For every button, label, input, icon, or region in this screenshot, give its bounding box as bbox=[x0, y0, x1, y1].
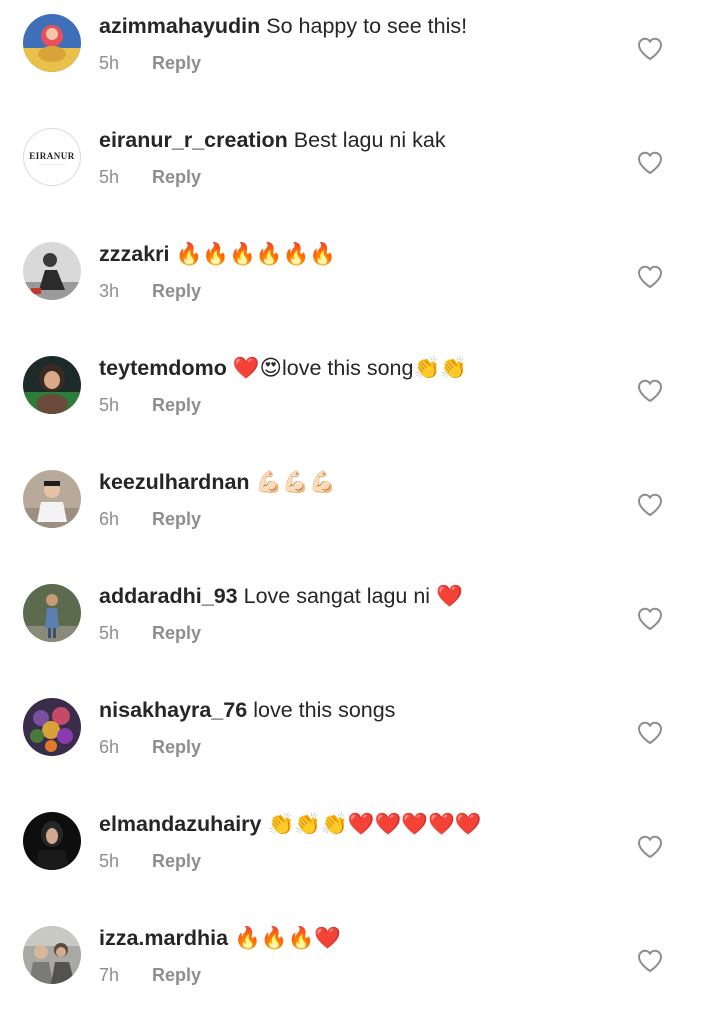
comment-line: addaradhi_93 Love sangat lagu ni ❤️ bbox=[99, 582, 463, 610]
comment-meta: 5h Reply bbox=[99, 51, 201, 75]
comment-item: zzzakri 🔥🔥🔥🔥🔥🔥 3h Reply bbox=[0, 230, 702, 344]
comment-time: 3h bbox=[99, 281, 120, 301]
comment-time: 6h bbox=[99, 737, 120, 757]
avatar-image bbox=[23, 926, 81, 984]
comment-username[interactable]: teytemdomo bbox=[99, 356, 227, 380]
heart-icon[interactable] bbox=[637, 721, 663, 745]
reply-button[interactable]: Reply bbox=[152, 509, 201, 529]
avatar[interactable] bbox=[23, 470, 81, 528]
avatar-image bbox=[23, 356, 81, 414]
comment-line: keezulhardnan 💪🏻💪🏻💪🏻 bbox=[99, 468, 336, 496]
comment-text: love this songs bbox=[253, 698, 396, 722]
avatar[interactable] bbox=[23, 698, 81, 756]
comment-username[interactable]: eiranur_r_creation bbox=[99, 128, 288, 152]
comment-item: keezulhardnan 💪🏻💪🏻💪🏻 6h Reply bbox=[0, 458, 702, 572]
comment-username[interactable]: keezulhardnan bbox=[99, 470, 250, 494]
reply-button[interactable]: Reply bbox=[152, 53, 201, 73]
comment-list: azimmahayudin So happy to see this! 5h Re… bbox=[0, 0, 702, 1024]
avatar-logo-subtext: — — — — — — — bbox=[38, 162, 65, 166]
heart-icon[interactable] bbox=[637, 265, 663, 289]
comment-line: eiranur_r_creation Best lagu ni kak bbox=[99, 126, 446, 154]
comment-username[interactable]: nisakhayra_76 bbox=[99, 698, 247, 722]
heart-icon[interactable] bbox=[637, 151, 663, 175]
comment-time: 5h bbox=[99, 623, 120, 643]
heart-icon[interactable] bbox=[637, 379, 663, 403]
comment-line: teytemdomo ❤️😍love this song👏👏 bbox=[99, 354, 467, 382]
reply-button[interactable]: Reply bbox=[152, 395, 201, 415]
comment-line: azimmahayudin So happy to see this! bbox=[99, 12, 467, 40]
comment-username[interactable]: izza.mardhia bbox=[99, 926, 228, 950]
reply-button[interactable]: Reply bbox=[152, 281, 201, 301]
comment-text: 💪🏻💪🏻💪🏻 bbox=[255, 470, 336, 494]
comment-text: ❤️😍love this song👏👏 bbox=[232, 356, 468, 380]
comment-meta: 5h Reply bbox=[99, 393, 201, 417]
comment-line: izza.mardhia 🔥🔥🔥❤️ bbox=[99, 924, 341, 952]
comment-time: 5h bbox=[99, 53, 120, 73]
comment-time: 5h bbox=[99, 395, 120, 415]
reply-button[interactable]: Reply bbox=[152, 623, 201, 643]
comment-text: Love sangat lagu ni ❤️ bbox=[243, 584, 463, 608]
comment-text: 🔥🔥🔥🔥🔥🔥 bbox=[175, 242, 337, 266]
avatar-logo-text: EIRANUR bbox=[29, 151, 75, 161]
avatar-image bbox=[23, 470, 81, 528]
avatar[interactable]: EIRANUR — — — — — — — bbox=[23, 128, 81, 186]
comment-item: izza.mardhia 🔥🔥🔥❤️ 7h Reply bbox=[0, 914, 702, 1028]
comment-text: So happy to see this! bbox=[266, 14, 468, 38]
comment-meta: 6h Reply bbox=[99, 507, 201, 531]
avatar[interactable] bbox=[23, 242, 81, 300]
comment-meta: 6h Reply bbox=[99, 735, 201, 759]
reply-button[interactable]: Reply bbox=[152, 965, 201, 985]
comment-item: elmandazuhairy 👏👏👏❤️❤️❤️❤️❤️ 5h Reply bbox=[0, 800, 702, 914]
avatar[interactable] bbox=[23, 14, 81, 72]
comment-item: addaradhi_93 Love sangat lagu ni ❤️ 5h Re… bbox=[0, 572, 702, 686]
avatar-image bbox=[23, 698, 81, 756]
avatar-image bbox=[23, 812, 81, 870]
comment-item: EIRANUR — — — — — — — eiranur_r_creation… bbox=[0, 116, 702, 230]
avatar[interactable] bbox=[23, 356, 81, 414]
comment-username[interactable]: zzzakri bbox=[99, 242, 170, 266]
comment-username[interactable]: azimmahayudin bbox=[99, 14, 260, 38]
comment-time: 5h bbox=[99, 167, 120, 187]
comment-meta: 5h Reply bbox=[99, 849, 201, 873]
comment-time: 6h bbox=[99, 509, 120, 529]
heart-icon[interactable] bbox=[637, 37, 663, 61]
avatar-image bbox=[23, 584, 81, 642]
avatar-image bbox=[23, 242, 81, 300]
comment-text: Best lagu ni kak bbox=[293, 128, 446, 152]
avatar-image bbox=[23, 14, 81, 72]
comment-username[interactable]: addaradhi_93 bbox=[99, 584, 238, 608]
reply-button[interactable]: Reply bbox=[152, 851, 201, 871]
avatar[interactable] bbox=[23, 584, 81, 642]
heart-icon[interactable] bbox=[637, 607, 663, 631]
comment-item: nisakhayra_76 love this songs 6h Reply bbox=[0, 686, 702, 800]
avatar[interactable] bbox=[23, 812, 81, 870]
reply-button[interactable]: Reply bbox=[152, 167, 201, 187]
comment-meta: 7h Reply bbox=[99, 963, 201, 987]
avatar[interactable] bbox=[23, 926, 81, 984]
comment-item: azimmahayudin So happy to see this! 5h Re… bbox=[0, 2, 702, 116]
heart-icon[interactable] bbox=[637, 835, 663, 859]
comment-text: 🔥🔥🔥❤️ bbox=[234, 926, 342, 950]
comment-text: 👏👏👏❤️❤️❤️❤️❤️ bbox=[267, 812, 482, 836]
comment-time: 5h bbox=[99, 851, 120, 871]
comment-item: teytemdomo ❤️😍love this song👏👏 5h Reply bbox=[0, 344, 702, 458]
comment-username[interactable]: elmandazuhairy bbox=[99, 812, 262, 836]
comment-meta: 3h Reply bbox=[99, 279, 201, 303]
heart-icon[interactable] bbox=[637, 949, 663, 973]
comment-line: nisakhayra_76 love this songs bbox=[99, 696, 395, 724]
reply-button[interactable]: Reply bbox=[152, 737, 201, 757]
heart-icon[interactable] bbox=[637, 493, 663, 517]
comment-time: 7h bbox=[99, 965, 120, 985]
comment-line: elmandazuhairy 👏👏👏❤️❤️❤️❤️❤️ bbox=[99, 810, 482, 838]
comment-line: zzzakri 🔥🔥🔥🔥🔥🔥 bbox=[99, 240, 336, 268]
comment-meta: 5h Reply bbox=[99, 165, 201, 189]
comment-meta: 5h Reply bbox=[99, 621, 201, 645]
